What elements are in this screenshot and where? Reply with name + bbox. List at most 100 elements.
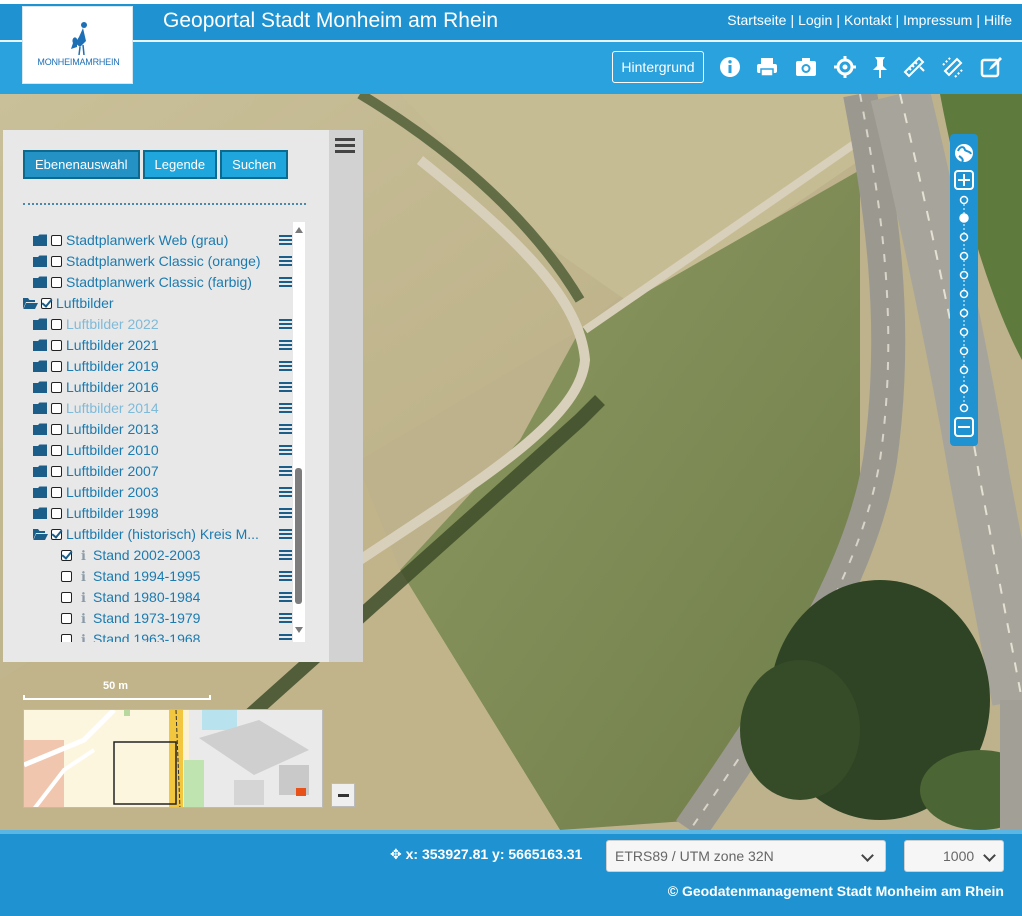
layer-item[interactable]: ℹ Stand 1994-1995 — [23, 566, 295, 587]
layer-checkbox[interactable] — [51, 508, 62, 519]
tab-ebenenauswahl[interactable]: Ebenenauswahl — [23, 150, 140, 179]
layer-options-icon[interactable] — [279, 235, 292, 246]
layer-item[interactable]: ℹ Stand 1980-1984 — [23, 587, 295, 608]
layer-checkbox[interactable] — [51, 487, 62, 498]
nav-impressum[interactable]: Impressum — [903, 12, 972, 28]
layer-item[interactable]: Luftbilder 2007 — [23, 461, 295, 482]
layer-info-icon[interactable]: ℹ — [81, 545, 86, 566]
layer-item[interactable]: Luftbilder 2003 — [23, 482, 295, 503]
layer-checkbox[interactable] — [61, 550, 72, 561]
layer-checkbox[interactable] — [61, 571, 72, 582]
folder-icon[interactable] — [33, 381, 48, 394]
layer-options-icon[interactable] — [279, 466, 292, 477]
layer-item[interactable]: Luftbilder 2014 — [23, 398, 295, 419]
layer-item[interactable]: Luftbilder 2016 — [23, 377, 295, 398]
tab-suchen[interactable]: Suchen — [220, 150, 289, 179]
nav-login[interactable]: Login — [798, 12, 832, 28]
layer-options-icon[interactable] — [279, 319, 292, 330]
layer-checkbox[interactable] — [61, 592, 72, 603]
layer-checkbox[interactable] — [51, 529, 62, 540]
layer-options-icon[interactable] — [279, 340, 292, 351]
layer-checkbox[interactable] — [61, 613, 72, 624]
tab-legende[interactable]: Legende — [142, 150, 218, 179]
layer-checkbox[interactable] — [51, 403, 62, 414]
layer-item[interactable]: Luftbilder 2021 — [23, 335, 295, 356]
folder-open-icon[interactable] — [33, 528, 48, 541]
layer-options-icon[interactable] — [279, 424, 292, 435]
layer-item[interactable]: Luftbilder 2019 — [23, 356, 295, 377]
nav-kontakt[interactable]: Kontakt — [844, 12, 891, 28]
camera-icon[interactable] — [794, 55, 818, 79]
print-icon[interactable] — [755, 55, 779, 79]
scale-select[interactable]: 1000 — [904, 840, 1004, 872]
layer-options-icon[interactable] — [279, 445, 292, 456]
info-icon[interactable] — [718, 55, 742, 79]
edit-icon[interactable] — [980, 55, 1004, 79]
layer-item[interactable]: Luftbilder 2010 — [23, 440, 295, 461]
measure-icon[interactable] — [902, 55, 926, 79]
scrollbar-thumb[interactable] — [295, 468, 302, 604]
layer-item[interactable]: Luftbilder (historisch) Kreis M... — [23, 524, 295, 545]
layer-checkbox[interactable] — [51, 382, 62, 393]
layer-item[interactable]: Stadtplanwerk Classic (orange) — [23, 251, 295, 272]
layer-checkbox[interactable] — [51, 277, 62, 288]
layer-options-icon[interactable] — [279, 529, 292, 540]
scroll-down-arrow[interactable] — [295, 627, 303, 633]
crs-select[interactable]: ETRS89 / UTM zone 32N — [606, 840, 886, 872]
layer-checkbox[interactable] — [51, 361, 62, 372]
folder-icon[interactable] — [33, 234, 48, 247]
layer-checkbox[interactable] — [51, 235, 62, 246]
nav-hilfe[interactable]: Hilfe — [984, 12, 1012, 28]
layer-options-icon[interactable] — [279, 256, 292, 267]
panel-menu-icon[interactable] — [335, 138, 355, 154]
scroll-up-arrow[interactable] — [295, 227, 303, 233]
layer-checkbox[interactable] — [51, 340, 62, 351]
layer-item[interactable]: Luftbilder — [23, 293, 295, 314]
layer-options-icon[interactable] — [279, 508, 292, 519]
layer-info-icon[interactable]: ℹ — [81, 629, 86, 642]
folder-icon[interactable] — [33, 465, 48, 478]
layer-info-icon[interactable]: ℹ — [81, 566, 86, 587]
folder-icon[interactable] — [33, 318, 48, 331]
layer-info-icon[interactable]: ℹ — [81, 608, 86, 629]
folder-icon[interactable] — [33, 255, 48, 268]
layer-checkbox[interactable] — [51, 256, 62, 267]
background-button[interactable]: Hintergrund — [612, 51, 704, 83]
collapse-overview-button[interactable] — [331, 783, 355, 807]
layer-checkbox[interactable] — [51, 466, 62, 477]
pin-icon[interactable] — [868, 55, 892, 79]
layer-options-icon[interactable] — [279, 403, 292, 414]
folder-icon[interactable] — [33, 360, 48, 373]
folder-icon[interactable] — [33, 486, 48, 499]
city-logo[interactable]: MONHEIMAMRHEIN — [22, 6, 133, 84]
layer-item[interactable]: Luftbilder 2022 — [23, 314, 295, 335]
layer-info-icon[interactable]: ℹ — [81, 587, 86, 608]
layer-options-icon[interactable] — [279, 487, 292, 498]
layer-options-icon[interactable] — [279, 277, 292, 288]
locate-icon[interactable] — [833, 55, 857, 79]
layer-options-icon[interactable] — [279, 361, 292, 372]
layer-item[interactable]: Stadtplanwerk Classic (farbig) — [23, 272, 295, 293]
layer-checkbox[interactable] — [51, 319, 62, 330]
folder-icon[interactable] — [33, 339, 48, 352]
layer-item[interactable]: ℹ Stand 1973-1979 — [23, 608, 295, 629]
layer-item[interactable]: Stadtplanwerk Web (grau) — [23, 230, 295, 251]
folder-icon[interactable] — [33, 423, 48, 436]
folder-icon[interactable] — [33, 402, 48, 415]
layer-options-icon[interactable] — [279, 550, 292, 561]
overview-map[interactable] — [23, 709, 323, 808]
layer-item[interactable]: ℹ Stand 1963-1968 — [23, 629, 295, 642]
layer-item[interactable]: ℹ Stand 2002-2003 — [23, 545, 295, 566]
nav-startseite[interactable]: Startseite — [727, 12, 786, 28]
layer-options-icon[interactable] — [279, 634, 292, 642]
folder-icon[interactable] — [33, 444, 48, 457]
layer-options-icon[interactable] — [279, 592, 292, 603]
layer-checkbox[interactable] — [41, 298, 52, 309]
layer-checkbox[interactable] — [51, 424, 62, 435]
layer-checkbox[interactable] — [51, 445, 62, 456]
layer-item[interactable]: Luftbilder 2013 — [23, 419, 295, 440]
layer-options-icon[interactable] — [279, 613, 292, 624]
folder-icon[interactable] — [33, 507, 48, 520]
folder-open-icon[interactable] — [23, 297, 38, 310]
layer-item[interactable]: Luftbilder 1998 — [23, 503, 295, 524]
